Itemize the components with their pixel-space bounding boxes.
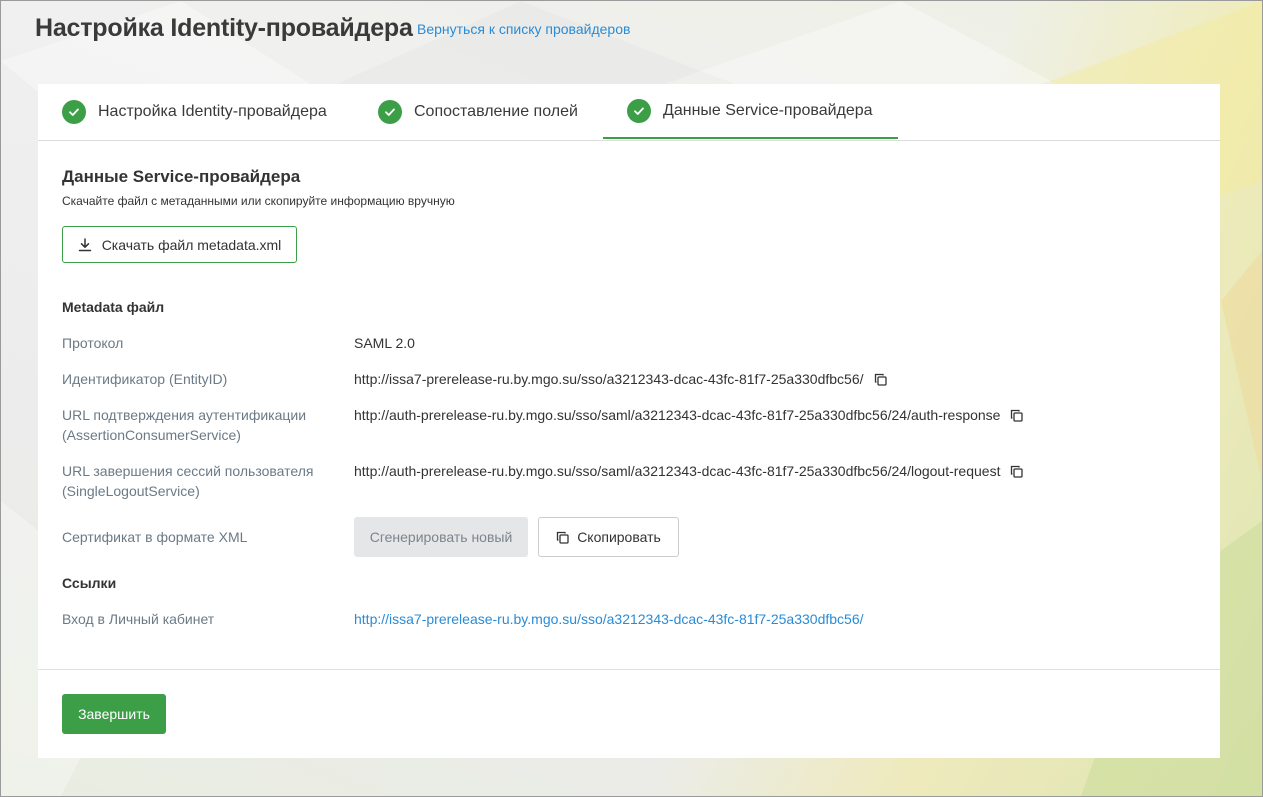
certificate-label: Сертификат в формате XML: [62, 529, 248, 545]
tab-service-provider[interactable]: Данные Service-провайдера: [603, 84, 898, 139]
check-icon: [627, 98, 651, 123]
download-metadata-button[interactable]: Скачать файл metadata.xml: [62, 226, 297, 263]
wizard-tabs: Настройка Identity-провайдера Сопоставле…: [38, 84, 1220, 141]
copy-icon[interactable]: [1010, 409, 1024, 422]
tab-field-mapping[interactable]: Сопоставление полей: [378, 84, 578, 140]
metadata-group-title: Metadata файл: [62, 299, 165, 315]
copy-icon: [557, 531, 569, 544]
tab-label: Сопоставление полей: [414, 103, 578, 120]
copy-certificate-button[interactable]: Скопировать: [538, 517, 679, 557]
download-icon: [78, 237, 91, 251]
footer-divider: [38, 669, 1220, 670]
section-subtitle: Скачайте файл с метаданными или скопируй…: [62, 194, 455, 208]
page-title: Настройка Identity-провайдера: [35, 14, 413, 42]
protocol-value-text: SAML 2.0: [354, 335, 415, 351]
login-value: http://issa7-prerelease-ru.by.mgo.su/sso…: [354, 609, 864, 629]
tab-label: Данные Service-провайдера: [663, 101, 873, 119]
acs-url-value: http://auth-prerelease-ru.by.mgo.su/sso/…: [354, 405, 1024, 425]
slo-url-label: URL завершения сессий пользователя (Sing…: [62, 463, 314, 499]
links-group-title: Ссылки: [62, 575, 117, 591]
tab-identity-provider[interactable]: Настройка Identity-провайдера: [62, 84, 327, 140]
back-to-providers-link[interactable]: Вернуться к списку провайдеров: [417, 21, 630, 37]
tab-label: Настройка Identity-провайдера: [98, 103, 327, 120]
slo-url-value: http://auth-prerelease-ru.by.mgo.su/sso/…: [354, 461, 1024, 481]
protocol-value: SAML 2.0: [354, 333, 415, 353]
entity-id-value: http://issa7-prerelease-ru.by.mgo.su/sso…: [354, 369, 887, 389]
entity-id-text: http://issa7-prerelease-ru.by.mgo.su/sso…: [354, 371, 864, 387]
check-icon: [62, 100, 86, 124]
copy-icon[interactable]: [1010, 465, 1024, 478]
acs-url-label: URL подтверждения аутентификации (Assert…: [62, 407, 307, 443]
copy-certificate-label: Скопировать: [577, 529, 661, 545]
protocol-label: Протокол: [62, 335, 124, 351]
generate-certificate-button[interactable]: Сгенерировать новый: [354, 517, 528, 557]
login-link[interactable]: http://issa7-prerelease-ru.by.mgo.su/sso…: [354, 609, 864, 629]
login-label: Вход в Личный кабинет: [62, 611, 215, 627]
entity-id-label: Идентификатор (EntityID): [62, 371, 228, 387]
copy-icon[interactable]: [874, 373, 887, 386]
finish-button[interactable]: Завершить: [62, 694, 166, 734]
download-button-label: Скачать файл metadata.xml: [101, 236, 282, 253]
slo-url-text: http://auth-prerelease-ru.by.mgo.su/sso/…: [354, 463, 1001, 479]
settings-card: Настройка Identity-провайдера Сопоставле…: [38, 84, 1220, 758]
acs-url-text: http://auth-prerelease-ru.by.mgo.su/sso/…: [354, 407, 1001, 423]
section-title: Данные Service-провайдера: [62, 167, 301, 186]
check-icon: [378, 100, 402, 124]
